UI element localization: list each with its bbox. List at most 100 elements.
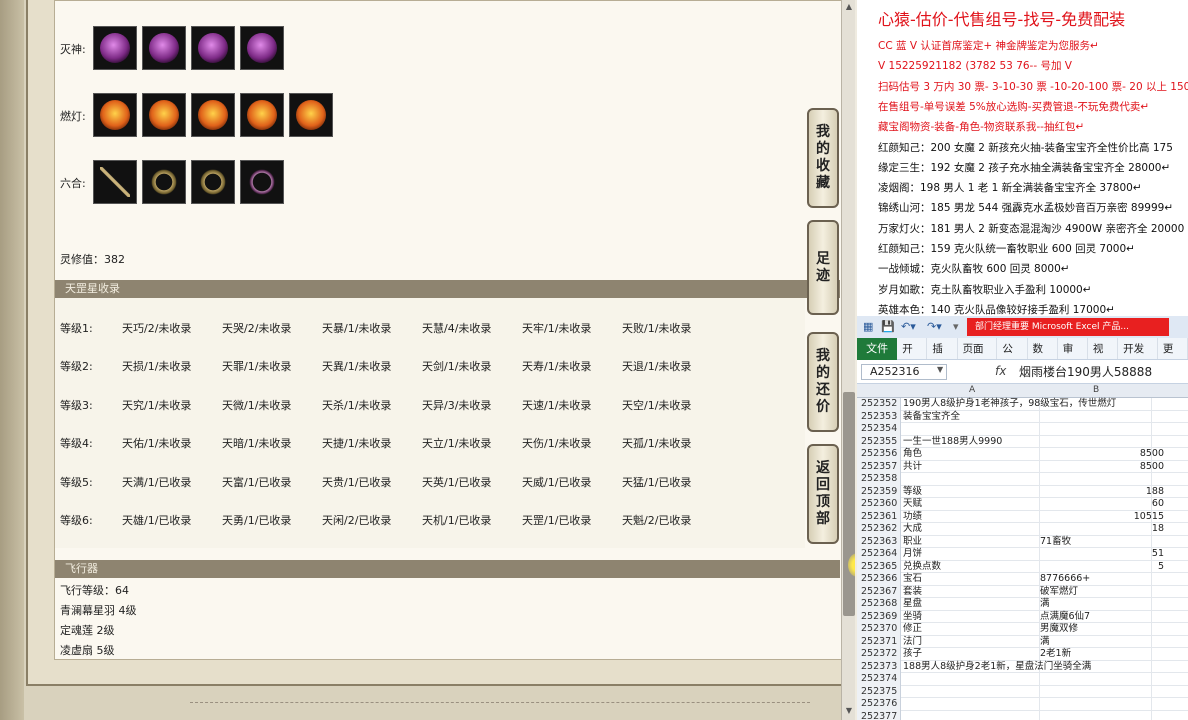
cell-a[interactable]: 天赋 bbox=[903, 498, 922, 510]
row-number[interactable]: 252357 bbox=[857, 460, 901, 473]
row-number[interactable]: 252374 bbox=[857, 673, 901, 686]
cell-a[interactable]: 角色 bbox=[903, 448, 922, 460]
ribbon-tab[interactable]: 公式 bbox=[997, 338, 1028, 377]
column-header-a[interactable]: A bbox=[969, 385, 975, 395]
cell-b-number[interactable]: 8500 bbox=[1140, 448, 1164, 460]
row-number[interactable]: 252373 bbox=[857, 660, 901, 673]
table-row[interactable]: 252375 bbox=[857, 685, 1188, 698]
table-row[interactable]: 252376 bbox=[857, 698, 1188, 711]
table-row[interactable]: 252355 一生一世188男人9990 bbox=[857, 435, 1188, 448]
cell-a[interactable]: 宝石 bbox=[903, 573, 922, 585]
cell-b[interactable]: 破军燃灯 bbox=[1040, 586, 1078, 598]
row-number[interactable]: 252361 bbox=[857, 510, 901, 523]
name-box[interactable]: A252316 bbox=[861, 364, 947, 380]
flame-mask-icon[interactable] bbox=[191, 93, 235, 137]
column-header-b[interactable]: B bbox=[1093, 385, 1099, 395]
side-button-3[interactable]: 返回顶部 bbox=[807, 444, 839, 544]
cell-b[interactable]: 满 bbox=[1040, 636, 1050, 648]
table-row[interactable]: 252374 bbox=[857, 673, 1188, 686]
flame-talisman-icon[interactable] bbox=[289, 93, 333, 137]
name-box-dropdown-icon[interactable]: ▼ bbox=[937, 365, 943, 374]
cell-b-number[interactable]: 5 bbox=[1158, 561, 1164, 573]
quick-access-more-icon[interactable]: ▾ bbox=[953, 320, 959, 333]
cell-a[interactable]: 月饼 bbox=[903, 548, 922, 560]
table-row[interactable]: 252353 装备宝宝齐全 bbox=[857, 410, 1188, 423]
row-number[interactable]: 252355 bbox=[857, 435, 901, 448]
row-number[interactable]: 252369 bbox=[857, 610, 901, 623]
row-number[interactable]: 252364 bbox=[857, 548, 901, 561]
row-number[interactable]: 252377 bbox=[857, 710, 901, 720]
row-number[interactable]: 252372 bbox=[857, 648, 901, 661]
side-button-2[interactable]: 我的还价 bbox=[807, 332, 839, 432]
row-number[interactable]: 252363 bbox=[857, 535, 901, 548]
row-number[interactable]: 252358 bbox=[857, 473, 901, 486]
cell-a[interactable]: 等级 bbox=[903, 486, 922, 498]
cell-a[interactable]: 一生一世188男人9990 bbox=[903, 436, 1002, 448]
cell-a[interactable]: 职业 bbox=[903, 536, 922, 548]
purple-weapon-icon[interactable] bbox=[240, 26, 284, 70]
cell-a[interactable]: 共计 bbox=[903, 461, 922, 473]
table-row[interactable]: 252365 兑换点数 5 bbox=[857, 560, 1188, 573]
row-number[interactable]: 252367 bbox=[857, 585, 901, 598]
flame-orb-icon[interactable] bbox=[240, 93, 284, 137]
undo-icon[interactable]: ↶▾ bbox=[901, 320, 916, 333]
table-row[interactable]: 252361 功绩 10515 bbox=[857, 510, 1188, 523]
cell-a[interactable]: 修正 bbox=[903, 623, 922, 635]
table-row[interactable]: 252370 修正 男魔双修 bbox=[857, 623, 1188, 636]
table-row[interactable]: 252360 天赋 60 bbox=[857, 498, 1188, 511]
cell-a[interactable]: 188男人8级护身2老1新，星盘法门坐骑全满 bbox=[903, 661, 1091, 673]
cell-b-number[interactable]: 51 bbox=[1152, 548, 1164, 560]
table-row[interactable]: 252373 188男人8级护身2老1新，星盘法门坐骑全满 bbox=[857, 660, 1188, 673]
row-number[interactable]: 252368 bbox=[857, 598, 901, 611]
cell-b[interactable]: 点满魔6仙7 bbox=[1040, 611, 1090, 623]
cell-b-number[interactable]: 60 bbox=[1152, 498, 1164, 510]
table-row[interactable]: 252367 套装 破军燃灯 bbox=[857, 585, 1188, 598]
excel-window-tab[interactable]: 部门经理重要 Microsoft Excel 产品... bbox=[967, 318, 1169, 336]
table-row[interactable]: 252366 宝石 8776666+ bbox=[857, 573, 1188, 586]
ribbon-tab[interactable]: 更多 bbox=[1158, 338, 1188, 377]
cell-a[interactable]: 孩子 bbox=[903, 648, 922, 660]
cell-a[interactable]: 功绩 bbox=[903, 511, 922, 523]
redo-icon[interactable]: ↷▾ bbox=[927, 320, 942, 333]
table-row[interactable]: 252362 大成 18 bbox=[857, 523, 1188, 536]
ribbon-tab[interactable]: 视图 bbox=[1088, 338, 1119, 377]
cell-a[interactable]: 大成 bbox=[903, 523, 922, 535]
purple-armor-icon[interactable] bbox=[93, 26, 137, 70]
row-number[interactable]: 252359 bbox=[857, 485, 901, 498]
cell-a[interactable]: 190男人8级护身1老神孩子，98级宝石，传世燃灯 bbox=[903, 398, 1116, 410]
table-row[interactable]: 252359 等级 188 bbox=[857, 485, 1188, 498]
table-row[interactable]: 252356 角色 8500 bbox=[857, 448, 1188, 461]
flame-helmet-icon[interactable] bbox=[93, 93, 137, 137]
formula-value[interactable]: 烟雨楼台190男人58888 bbox=[1019, 363, 1152, 380]
cell-b-number[interactable]: 10515 bbox=[1134, 511, 1164, 523]
table-row[interactable]: 252364 月饼 51 bbox=[857, 548, 1188, 561]
cell-b[interactable]: 71畜牧 bbox=[1040, 536, 1071, 548]
scrollbar-thumb[interactable] bbox=[843, 392, 855, 616]
cell-a[interactable]: 法门 bbox=[903, 636, 922, 648]
purple-robe-icon[interactable] bbox=[191, 26, 235, 70]
table-row[interactable]: 252357 共计 8500 bbox=[857, 460, 1188, 473]
row-number[interactable]: 252362 bbox=[857, 523, 901, 536]
ribbon-tab[interactable]: 开始 bbox=[897, 338, 928, 377]
save-icon[interactable]: 💾 bbox=[881, 320, 895, 333]
cell-a[interactable]: 兑换点数 bbox=[903, 561, 941, 573]
row-number[interactable]: 252353 bbox=[857, 410, 901, 423]
table-row[interactable]: 252358 bbox=[857, 473, 1188, 486]
row-number[interactable]: 252360 bbox=[857, 498, 901, 511]
table-row[interactable]: 252368 星盘 满 bbox=[857, 598, 1188, 611]
side-button-1[interactable]: 足迹 bbox=[807, 220, 839, 315]
row-number[interactable]: 252371 bbox=[857, 635, 901, 648]
cell-a[interactable]: 装备宝宝齐全 bbox=[903, 411, 960, 423]
cell-b[interactable]: 8776666+ bbox=[1040, 573, 1090, 585]
table-row[interactable]: 252352 190男人8级护身1老神孩子，98级宝石，传世燃灯 bbox=[857, 398, 1188, 411]
gold-ring-icon[interactable] bbox=[142, 160, 186, 204]
row-number[interactable]: 252365 bbox=[857, 560, 901, 573]
bead-necklace-icon[interactable] bbox=[240, 160, 284, 204]
row-number[interactable]: 252370 bbox=[857, 623, 901, 636]
ribbon-tab[interactable]: 页面布 bbox=[958, 338, 998, 377]
scroll-up-icon[interactable]: ▲ bbox=[844, 2, 854, 12]
cell-a[interactable]: 套装 bbox=[903, 586, 922, 598]
cell-b[interactable]: 满 bbox=[1040, 598, 1050, 610]
chain-necklace-icon[interactable] bbox=[93, 160, 137, 204]
cell-b-number[interactable]: 188 bbox=[1146, 486, 1164, 498]
